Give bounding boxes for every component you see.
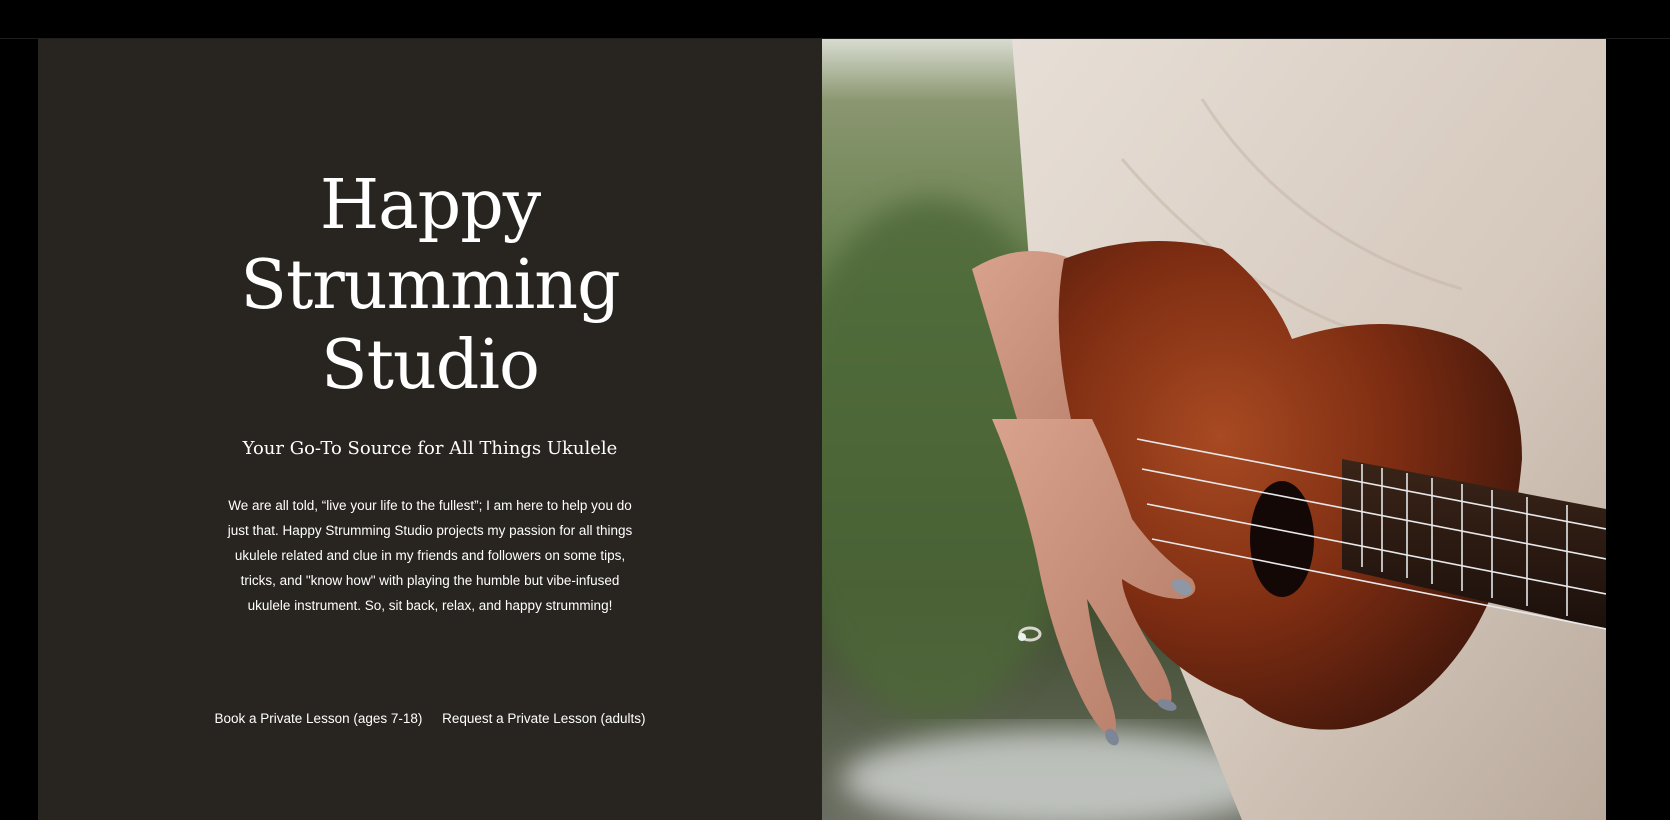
book-kids-lesson-link[interactable]: Book a Private Lesson (ages 7-18) <box>215 711 423 726</box>
right-page-margin <box>1606 39 1670 820</box>
site-title: Happy Strumming Studio <box>38 166 822 406</box>
hero-text-panel: Happy Strumming Studio Your Go-To Source… <box>38 39 822 820</box>
lesson-links: Book a Private Lesson (ages 7-18) Reques… <box>38 709 822 729</box>
site-title-line-2: Strumming <box>240 246 620 325</box>
site-title-line-3: Studio <box>321 326 540 405</box>
tagline: Your Go-To Source for All Things Ukulele <box>242 438 618 459</box>
ukulele-photo-illustration <box>822 39 1606 820</box>
intro-paragraph: We are all told, “live your life to the … <box>227 498 633 613</box>
page: Happy Strumming Studio Your Go-To Source… <box>0 0 1670 820</box>
hero-photo-ukulele <box>822 39 1606 820</box>
request-adult-lesson-link[interactable]: Request a Private Lesson (adults) <box>442 711 645 726</box>
top-bar <box>0 0 1670 39</box>
site-title-line-1: Happy <box>319 166 541 245</box>
